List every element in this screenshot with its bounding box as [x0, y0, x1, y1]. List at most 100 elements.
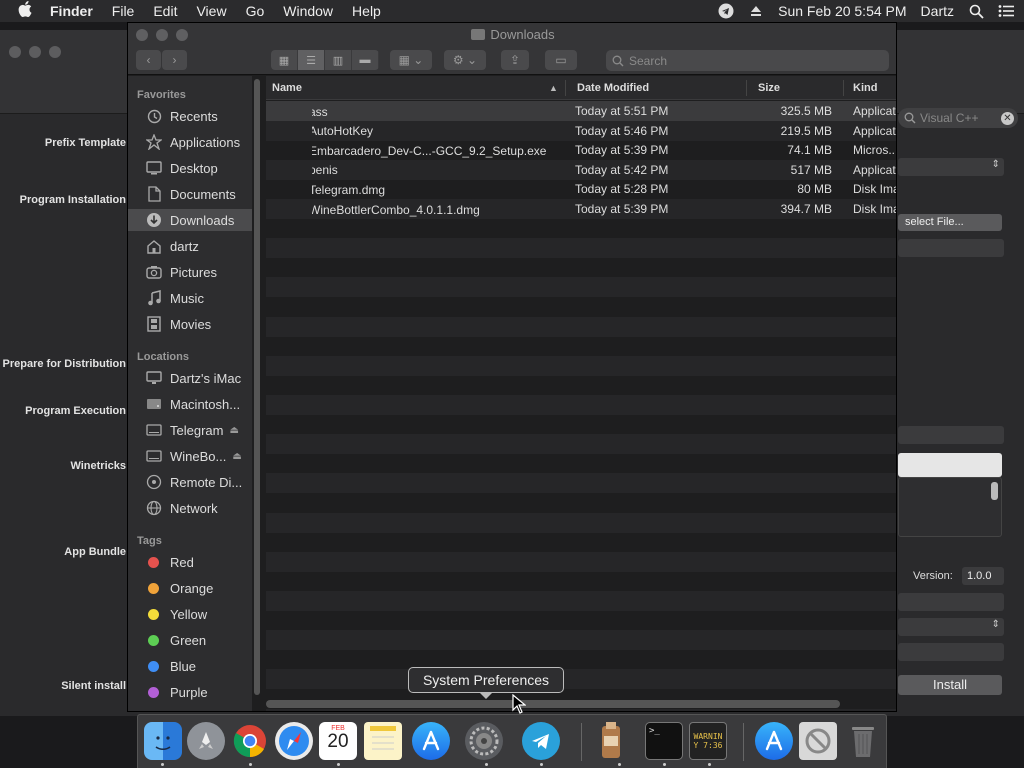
bundle-field-1[interactable]	[898, 593, 1004, 611]
console-icon[interactable]: WARNIN Y 7:36	[689, 722, 727, 760]
sidebar-tag-blue[interactable]: Blue	[128, 655, 252, 677]
file-row[interactable]: WineBottlerCombo_4.0.1.1.dmg Today at 5:3…	[266, 199, 896, 219]
eject-icon[interactable]: ⏏	[229, 425, 238, 436]
file-row[interactable]: AutoHotKey Today at 5:46 PM 219.5 MB Applic…	[266, 120, 896, 141]
select-arrows-icon: ⇕	[991, 159, 1000, 170]
file-row[interactable]: ass Today at 5:51 PM 325.5 MB Applicat	[266, 101, 896, 121]
menu-go[interactable]: Go	[246, 3, 265, 19]
sidebar-location-5[interactable]: Remote Di...	[128, 471, 252, 493]
sidebar-tag-purple[interactable]: Purple	[128, 681, 252, 703]
winetricks-list[interactable]	[898, 477, 1002, 537]
column-date-modified[interactable]: Date Modified	[577, 82, 649, 94]
eject-icon[interactable]: ⏏	[232, 451, 241, 462]
finder-icon[interactable]	[144, 722, 182, 760]
column-size[interactable]: Size	[758, 82, 780, 94]
menu-window[interactable]: Window	[283, 3, 333, 19]
sidebar-item-label: Applications	[170, 134, 241, 150]
installation-field[interactable]	[898, 239, 1004, 257]
sidebar-location-4[interactable]: WineBo... ⏏	[128, 445, 252, 467]
bundle-field-2[interactable]	[898, 643, 1004, 661]
telegram-icon[interactable]	[522, 722, 560, 760]
background-minimize-button[interactable]	[29, 46, 41, 58]
menubar-user[interactable]: Dartz	[921, 3, 954, 19]
sidebar-item-music[interactable]: Music	[128, 287, 252, 309]
menu-help[interactable]: Help	[352, 3, 381, 19]
menubar-clock[interactable]: Sun Feb 20 5:54 PM	[778, 3, 906, 19]
sidebar-scrollbar[interactable]	[254, 79, 260, 695]
file-date: Today at 5:51 PM	[575, 104, 669, 118]
system-preferences-icon[interactable]	[465, 722, 503, 760]
icon-view-icon[interactable]: ▦	[271, 50, 298, 70]
spotlight-search-icon[interactable]	[968, 3, 984, 19]
sidebar-tag-orange[interactable]: Orange	[128, 577, 252, 599]
sidebar-item-label: Desktop	[170, 160, 218, 176]
disabled-app-icon[interactable]	[799, 722, 837, 760]
sidebar-tag-green[interactable]: Green	[128, 629, 252, 651]
app-store-icon[interactable]	[412, 722, 450, 760]
notification-center-icon[interactable]	[998, 3, 1014, 19]
gallery-view-icon[interactable]: ▬	[352, 50, 379, 70]
finder-search-field[interactable]: Search	[606, 50, 889, 71]
back-button[interactable]: ‹	[136, 50, 161, 70]
file-row[interactable]: Embarcadero_Dev-C...-GCC_9.2_Setup.exe To…	[266, 140, 896, 160]
calendar-icon[interactable]: FEB 20	[319, 722, 357, 760]
winetricks-scrollbar[interactable]	[991, 482, 998, 500]
apple-menu-icon[interactable]	[18, 1, 32, 21]
select-file-button[interactable]: select File...	[898, 214, 1002, 231]
sidebar-item-applications[interactable]: Applications	[128, 131, 252, 153]
bundle-select[interactable]: ⇕	[898, 618, 1004, 636]
menu-edit[interactable]: Edit	[153, 3, 177, 19]
sidebar-item-downloads[interactable]: Downloads	[128, 209, 252, 231]
column-name[interactable]: Name	[272, 82, 302, 94]
launchpad-icon[interactable]	[187, 722, 225, 760]
telegram-status-icon[interactable]	[718, 3, 734, 19]
sidebar-location-2[interactable]: Macintosh...	[128, 393, 252, 415]
tag-icon[interactable]: ▭	[545, 50, 577, 70]
share-icon[interactable]: ⇪	[501, 50, 529, 70]
action-gear-icon[interactable]: ⚙ ⌄	[444, 50, 486, 70]
clear-search-icon[interactable]: ✕	[1001, 111, 1014, 125]
column-kind[interactable]: Kind	[853, 82, 877, 94]
notes-icon[interactable]	[364, 722, 402, 760]
file-row[interactable]: Telegram.dmg Today at 5:28 PM 80 MB Disk Im…	[266, 179, 896, 199]
sidebar-item-pictures[interactable]: Pictures	[128, 261, 252, 283]
menu-file[interactable]: File	[112, 3, 135, 19]
version-field[interactable]: 1.0.0	[962, 567, 1004, 585]
prefix-template-select[interactable]: ⇕	[898, 158, 1004, 176]
winebottler-icon[interactable]	[592, 722, 630, 760]
sidebar-location-1[interactable]: Dartz's iMac	[128, 367, 252, 389]
menu-view[interactable]: View	[196, 3, 226, 19]
forward-button[interactable]: ›	[162, 50, 187, 70]
chrome-icon[interactable]	[231, 722, 269, 760]
tag-color-dot-icon	[148, 634, 159, 646]
disk-icon	[145, 396, 163, 412]
file-row[interactable]: DEVC++penisToday at 5:42 PM517 MBApplica…	[266, 159, 896, 180]
eject-status-icon[interactable]	[748, 3, 764, 19]
winetricks-list-header[interactable]	[898, 453, 1002, 477]
sidebar-item-desktop[interactable]: Desktop	[128, 157, 252, 179]
column-view-icon[interactable]: ▥	[325, 50, 352, 70]
sidebar-item-recents[interactable]: Recents	[128, 105, 252, 127]
sidebar-location-3[interactable]: Telegram ⏏	[128, 419, 252, 441]
sidebar-item-movies[interactable]: Movies	[128, 313, 252, 335]
sidebar-item-label: Pictures	[170, 264, 217, 280]
group-by-button[interactable]: ▦ ⌄	[390, 50, 432, 70]
background-close-button[interactable]	[9, 46, 21, 58]
menu-app-name[interactable]: Finder	[50, 3, 93, 19]
sidebar-location-6[interactable]: Network	[128, 497, 252, 519]
safari-icon[interactable]	[275, 722, 313, 760]
terminal-icon[interactable]: >_	[645, 722, 683, 760]
sidebar-tag-red[interactable]: Red	[128, 551, 252, 573]
sidebar-item-dartz[interactable]: dartz	[128, 235, 252, 257]
sort-ascending-icon[interactable]: ▲	[549, 83, 558, 93]
app-store-download-icon[interactable]	[755, 722, 793, 760]
background-zoom-button[interactable]	[49, 46, 61, 58]
sidebar-item-documents[interactable]: Documents	[128, 183, 252, 205]
install-button[interactable]: Install	[898, 675, 1002, 695]
execution-field[interactable]	[898, 426, 1004, 444]
horizontal-scrollbar[interactable]	[266, 700, 840, 708]
trash-icon[interactable]	[844, 722, 882, 760]
list-view-icon[interactable]: ☰	[298, 50, 325, 70]
sidebar-tag-yellow[interactable]: Yellow	[128, 603, 252, 625]
background-search-field[interactable]: Visual C++ ✕	[898, 108, 1018, 128]
